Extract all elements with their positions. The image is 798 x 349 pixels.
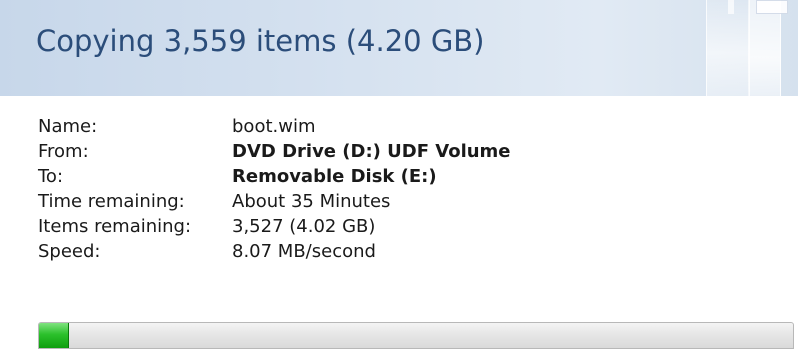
items-remaining-label: Items remaining: [38,216,192,237]
detail-row-speed: Speed: 8.07 MB/second [38,239,511,264]
from-link[interactable]: DVD Drive (D:) UDF Volume [232,139,511,164]
progress-fill [39,323,70,348]
header-decoration [756,0,788,14]
copy-progress-bar [38,322,794,349]
speed-label: Speed: [38,241,101,262]
copy-progress-dialog: Copying 3,559 items (4.20 GB) Name: boot… [0,0,798,349]
detail-row-items: Items remaining: 3,527 (4.02 GB) [38,214,511,239]
items-remaining-value: 3,527 (4.02 GB) [232,216,376,237]
header-decoration [728,0,734,14]
detail-row-to: To: Removable Disk (E:) [38,164,511,189]
name-label: Name: [38,116,98,137]
speed-value: 8.07 MB/second [232,241,376,262]
header-decoration [748,0,781,96]
to-link[interactable]: Removable Disk (E:) [232,164,437,189]
to-label: To: [38,166,64,187]
detail-row-name: Name: boot.wim [38,114,511,139]
header-decoration [706,0,750,96]
copy-details: Name: boot.wim From: DVD Drive (D:) UDF … [38,114,511,264]
name-value: boot.wim [232,116,316,137]
detail-row-time: Time remaining: About 35 Minutes [38,189,511,214]
from-label: From: [38,141,89,162]
time-remaining-value: About 35 Minutes [232,191,391,212]
detail-row-from: From: DVD Drive (D:) UDF Volume [38,139,511,164]
time-remaining-label: Time remaining: [38,191,185,212]
copy-title: Copying 3,559 items (4.20 GB) [36,24,485,58]
dialog-header: Copying 3,559 items (4.20 GB) [0,0,798,96]
